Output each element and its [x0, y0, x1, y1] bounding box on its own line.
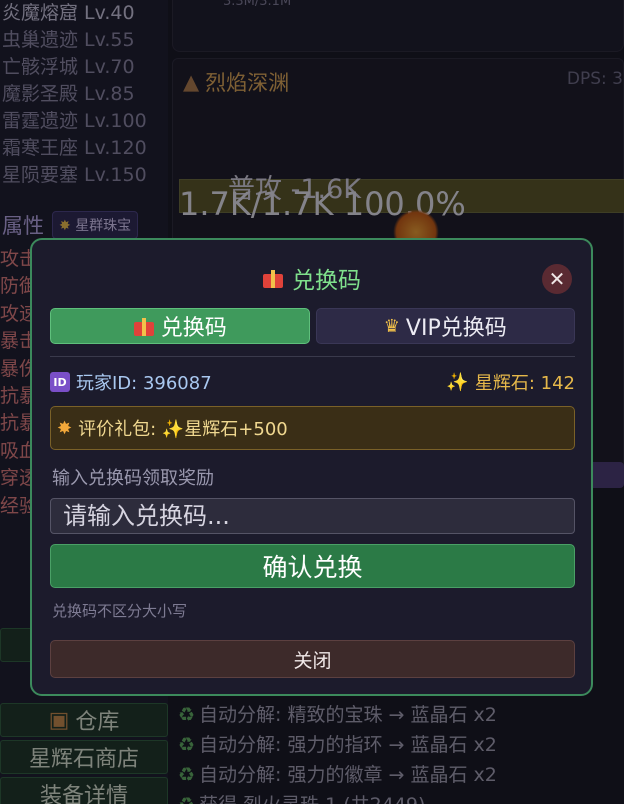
gift-banner-text: 评价礼包: ✨星辉石+500	[78, 419, 288, 440]
gift-icon	[133, 316, 155, 336]
tab-label: VIP兑换码	[405, 316, 507, 341]
review-gift-banner[interactable]: ✸ 评价礼包: ✨星辉石+500	[50, 406, 575, 450]
dialog-header: 兑换码	[32, 262, 591, 294]
dialog-title: 兑换码	[292, 268, 361, 294]
stardust-text: 星辉石: 142	[474, 373, 575, 394]
case-insensitive-note: 兑换码不区分大小写	[52, 602, 188, 620]
dialog-tabs: 兑换码 ♛ VIP兑换码	[50, 308, 575, 344]
gift-icon	[262, 268, 284, 288]
player-id: ID 玩家ID: 396087	[50, 369, 212, 395]
close-button[interactable]: 关闭	[50, 640, 575, 678]
tab-vip-redeem-code[interactable]: ♛ VIP兑换码	[315, 308, 575, 344]
input-hint: 输入兑换码领取奖励	[52, 468, 214, 489]
player-info-row: ID 玩家ID: 396087 ✨ 星辉石: 142	[50, 368, 575, 396]
tab-redeem-code[interactable]: 兑换码	[50, 308, 310, 344]
divider	[50, 356, 575, 357]
star-icon: ✸	[57, 417, 73, 439]
id-icon: ID	[50, 372, 70, 392]
close-icon[interactable]: ✕	[542, 264, 572, 294]
stardust-balance: ✨ 星辉石: 142	[446, 369, 575, 395]
crown-icon: ♛	[383, 315, 400, 337]
sparkle-icon: ✨	[446, 371, 469, 393]
confirm-redeem-button[interactable]: 确认兑换	[50, 544, 575, 588]
player-id-text: 玩家ID: 396087	[76, 373, 212, 394]
tab-label: 兑换码	[160, 316, 227, 341]
redeem-code-dialog: 兑换码 ✕ 兑换码 ♛ VIP兑换码 ID 玩家ID: 396087 ✨ 星辉石…	[30, 238, 593, 696]
redeem-code-input[interactable]	[50, 498, 575, 534]
